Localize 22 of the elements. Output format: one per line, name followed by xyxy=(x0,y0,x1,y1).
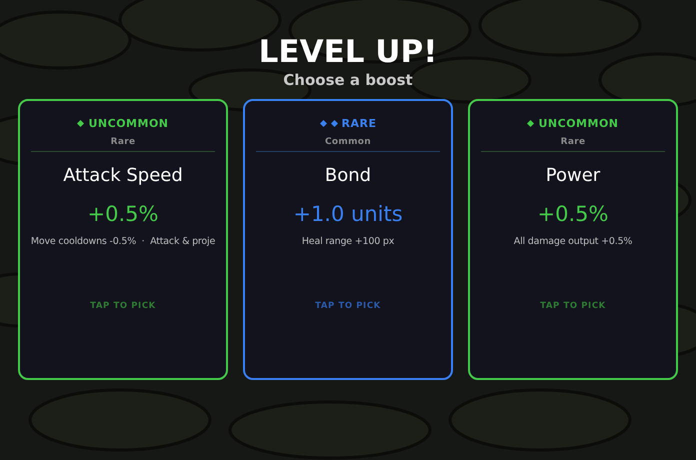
rarity-label: UNCOMMON xyxy=(88,116,168,130)
tier-label: Rare xyxy=(110,137,136,147)
boost-value: +0.5% xyxy=(538,201,608,228)
boost-card[interactable]: UNCOMMON Rare Power +0.5% All damage output +0.5% TAP TO PICK xyxy=(468,99,678,380)
boost-name: Attack Speed xyxy=(63,164,183,188)
subtitle: Choose a boost xyxy=(283,70,413,90)
boost-card[interactable]: UNCOMMON Rare Attack Speed +0.5% Move cooldowns -0.5% · Attack & proje TAP TO PICK xyxy=(18,99,228,380)
tier-label: Rare xyxy=(560,137,586,147)
boost-name: Bond xyxy=(324,164,372,188)
boost-description: Heal range +100 px xyxy=(302,236,394,247)
boost-description: Move cooldowns -0.5% · Attack & proje xyxy=(30,236,216,247)
diamond-icon xyxy=(527,120,534,126)
rarity-label: UNCOMMON xyxy=(538,116,618,130)
boost-value: +1.0 units xyxy=(293,201,403,228)
boost-description: All damage output +0.5% xyxy=(514,236,632,247)
rarity-label: RARE xyxy=(342,116,376,130)
boost-value: +0.5% xyxy=(88,201,158,228)
diamond-icon xyxy=(77,120,84,126)
title: LEVEL UP! xyxy=(258,34,438,70)
tier-label: Common xyxy=(325,137,371,147)
boost-name: Power xyxy=(546,164,600,188)
boost-card[interactable]: RARE Common Bond +1.0 units Heal range +100 px TAP TO PICK xyxy=(243,99,453,380)
